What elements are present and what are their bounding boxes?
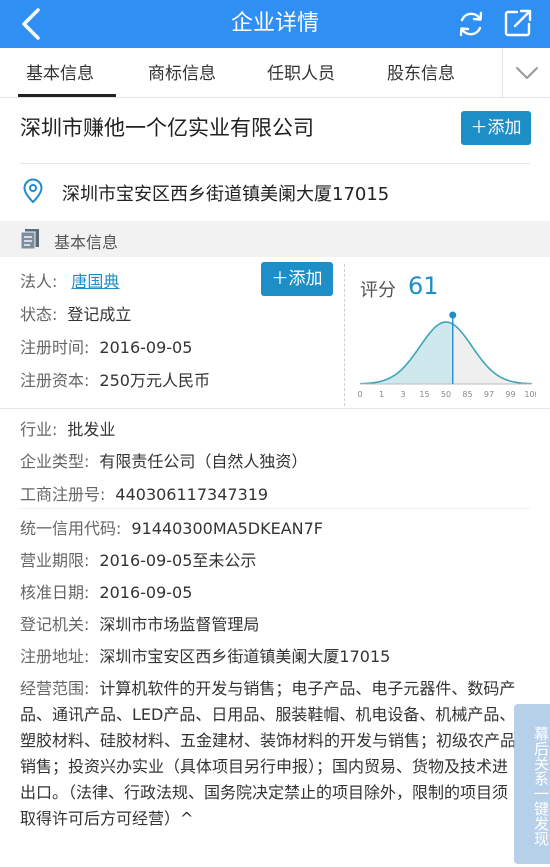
company-type-row: 企业类型: 有限责任公司（自然人独资） (20, 448, 307, 472)
tick-label: 99 (505, 390, 515, 399)
score-marker-pin (449, 311, 457, 319)
score-label: 评分 (360, 280, 396, 301)
tab-bar: 基本信息 商标信息 任职人员 股东信息 (0, 48, 550, 98)
approval-date-label: 核准日期: (20, 583, 90, 602)
tick-label: 1 (379, 390, 384, 399)
reg-number-label: 工商注册号: (20, 485, 106, 504)
score-value: 61 (408, 272, 439, 300)
refresh-icon[interactable] (455, 8, 487, 40)
business-term-row: 营业期限: 2016-09-05至未公示 (20, 547, 256, 571)
section-title: 基本信息 (54, 233, 119, 252)
reg-number-row: 工商注册号: 440306117347319 (20, 481, 268, 505)
legal-rep-link[interactable]: 唐国典 (71, 272, 119, 291)
status-value: 登记成立 (67, 305, 132, 324)
discover-relations-label: 幕后关系一键发现 (532, 726, 550, 846)
document-icon (20, 229, 39, 250)
divider (20, 163, 530, 164)
app-header: 企业详情 (0, 0, 550, 48)
approval-date-value: 2016-09-05 (99, 583, 193, 602)
tab-more-button[interactable] (502, 48, 550, 98)
credit-code-row: 统一信用代码: 91440300MA5DKEAN7F (20, 515, 323, 539)
location-pin-icon (23, 178, 43, 204)
add-button-label: 添加 (487, 118, 522, 138)
active-tab-indicator (18, 94, 116, 97)
score-area (360, 322, 453, 384)
business-scope-value: 计算机软件的开发与销售；电子产品、电子元器件、数码产品、通讯产品、LED产品、日… (20, 679, 517, 828)
plus-icon: ＋ (271, 269, 289, 289)
reg-time-row: 注册时间: 2016-09-05 (20, 334, 192, 358)
reg-address-label: 注册地址: (20, 647, 90, 666)
authority-label: 登记机关: (20, 615, 90, 634)
industry-row: 行业: 批发业 (20, 416, 115, 440)
chevron-down-icon (516, 67, 538, 79)
reg-time-label: 注册时间: (20, 338, 90, 357)
divider (0, 408, 550, 409)
authority-row: 登记机关: 深圳市市场监督管理局 (20, 611, 259, 635)
company-address[interactable]: 深圳市宝安区西乡街道镇美阑大厦17015 (62, 180, 389, 206)
tab-shareholders[interactable]: 股东信息 (387, 48, 455, 98)
business-scope-label: 经营范围: (20, 679, 90, 698)
status-label: 状态: (20, 305, 58, 324)
tick-label: 85 (462, 390, 472, 399)
capital-row: 注册资本: 250万元人民币 (20, 367, 210, 391)
discover-relations-button[interactable]: 幕后关系一键发现 (514, 704, 550, 864)
tick-label: 50 (441, 390, 451, 399)
status-row: 状态: 登记成立 (20, 301, 131, 325)
tick-label: 0 (357, 390, 362, 399)
tick-label: 15 (419, 390, 429, 399)
score-distribution-curve: 0 1 3 15 50 85 97 99 100 (357, 311, 536, 399)
tick-label: 3 (400, 390, 405, 399)
share-icon[interactable] (503, 8, 533, 38)
tab-basic-info[interactable]: 基本信息 (26, 48, 94, 98)
approval-date-row: 核准日期: 2016-09-05 (20, 579, 192, 603)
add-company-button[interactable]: ＋添加 (461, 111, 531, 145)
plus-icon: ＋ (470, 118, 488, 138)
company-type-value: 有限责任公司（自然人独资） (99, 452, 308, 471)
company-type-label: 企业类型: (20, 452, 90, 471)
tab-trademark-info[interactable]: 商标信息 (148, 48, 216, 98)
reg-address-value: 深圳市宝安区西乡街道镇美阑大厦17015 (99, 647, 391, 666)
legal-rep-label: 法人: (20, 272, 58, 291)
credit-code-value: 91440300MA5DKEAN7F (131, 519, 323, 538)
reg-address-row: 注册地址: 深圳市宝安区西乡街道镇美阑大厦17015 (20, 643, 390, 667)
business-scope: 经营范围: 计算机软件的开发与销售；电子产品、电子元器件、数码产品、通讯产品、LE… (20, 676, 520, 832)
tick-label: 97 (484, 390, 494, 399)
authority-value: 深圳市市场监督管理局 (99, 615, 260, 634)
reg-time-value: 2016-09-05 (99, 338, 193, 357)
add-button-label: 添加 (288, 269, 323, 289)
divider (20, 508, 530, 509)
company-name: 深圳市赚他一个亿实业有限公司 (20, 116, 314, 140)
tab-staff[interactable]: 任职人员 (267, 48, 335, 98)
business-term-value: 2016-09-05至未公示 (99, 551, 257, 570)
capital-value: 250万元人民币 (99, 371, 210, 390)
reg-number-value: 440306117347319 (115, 485, 269, 504)
business-term-label: 营业期限: (20, 551, 90, 570)
tick-label: 100 (524, 390, 536, 399)
credit-code-label: 统一信用代码: (20, 519, 122, 538)
legal-rep-row: 法人: 唐国典 (20, 268, 119, 292)
capital-label: 注册资本: (20, 371, 90, 390)
industry-label: 行业: (20, 420, 58, 439)
add-legal-rep-button[interactable]: ＋添加 (261, 262, 333, 296)
industry-value: 批发业 (67, 420, 116, 439)
